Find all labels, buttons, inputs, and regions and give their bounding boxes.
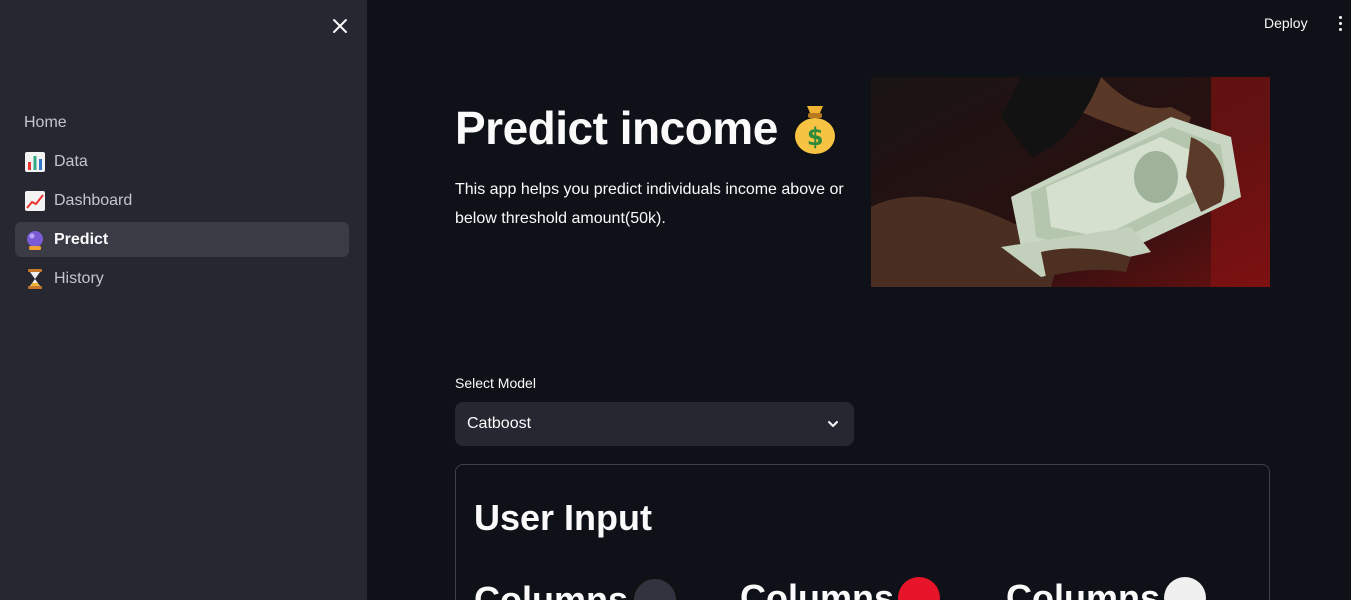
main-menu-button[interactable] — [1330, 11, 1350, 35]
user-input-title: User Input — [474, 497, 653, 538]
column-heading-1: Columns — [474, 577, 679, 600]
red-circle-icon — [898, 577, 941, 600]
page-title-text: Predict income — [455, 102, 778, 154]
crystal-ball-icon — [24, 229, 46, 251]
page-title: Predict income $ — [455, 100, 840, 156]
sidebar-nav: Home Data Dashboard Predict History — [15, 105, 349, 300]
sidebar-item-data[interactable]: Data — [15, 144, 349, 179]
page-description: This app helps you predict individuals i… — [455, 181, 844, 227]
select-model-value: Catboost — [467, 415, 532, 432]
sidebar-item-predict[interactable]: Predict — [15, 222, 349, 257]
deploy-button[interactable]: Deploy — [1252, 10, 1320, 36]
close-icon — [333, 19, 347, 33]
chart-increasing-icon — [24, 190, 46, 212]
select-model-dropdown[interactable]: Catboost — [455, 402, 854, 446]
column-heading-text: Columns — [474, 579, 629, 600]
kebab-dot — [1338, 15, 1342, 19]
close-sidebar-button[interactable] — [326, 12, 354, 40]
user-input-form: User Input Columns Columns Columns — [455, 464, 1270, 600]
kebab-dot — [1338, 27, 1342, 31]
svg-text:$: $ — [807, 123, 823, 151]
select-model-label: Select Model — [455, 375, 536, 391]
sidebar-item-label: Data — [54, 152, 88, 170]
black-circle-icon — [632, 577, 679, 600]
hourglass-icon — [24, 268, 46, 290]
sidebar-item-history[interactable]: History — [15, 261, 349, 296]
sidebar-item-label: Dashboard — [54, 191, 133, 209]
money-bag-icon: $ — [794, 106, 835, 154]
sidebar: Home Data Dashboard Predict History — [0, 0, 367, 600]
sidebar-item-home[interactable]: Home — [15, 105, 349, 140]
column-heading-2: Columns — [740, 577, 941, 600]
sidebar-item-label: Predict — [54, 230, 109, 248]
hero-image-money — [871, 77, 1270, 287]
column-heading-text: Columns — [1006, 577, 1161, 600]
sidebar-item-label: History — [54, 269, 104, 287]
bar-chart-icon — [24, 151, 46, 173]
column-heading-text: Columns — [740, 577, 895, 600]
sidebar-item-label: Home — [24, 113, 67, 131]
column-heading-3: Columns — [1006, 577, 1207, 600]
app-root: Home Data Dashboard Predict History Depl… — [0, 0, 1351, 600]
sidebar-item-dashboard[interactable]: Dashboard — [15, 183, 349, 218]
chevron-down-icon — [828, 421, 838, 427]
white-circle-icon — [1164, 577, 1207, 600]
kebab-dot — [1338, 21, 1342, 25]
